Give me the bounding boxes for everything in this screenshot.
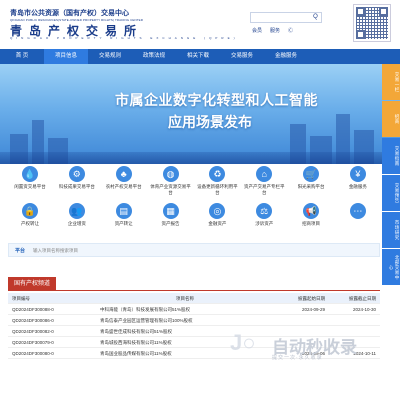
- users-icon: 👥: [68, 203, 85, 219]
- house-icon: ⌂: [256, 166, 273, 182]
- platform-label: 平台: [15, 248, 26, 254]
- svc-asset-report[interactable]: ▦ 资产报告: [149, 203, 193, 227]
- svc-more[interactable]: ⋯: [336, 203, 380, 227]
- nav-projects[interactable]: 项目信息: [44, 49, 88, 64]
- svc-tech[interactable]: ⚙ 科技成果交易平台: [55, 166, 99, 195]
- banner-title: 市属企业数字化转型和人工智能: [115, 92, 318, 108]
- side-tab-5[interactable]: 市场研究: [382, 212, 400, 248]
- table-header: 项目编号 项目名称 披露起始日期 披露截止日期: [8, 293, 380, 304]
- top-link-extra[interactable]: Ⓒ: [288, 27, 293, 34]
- nav-more[interactable]: [308, 49, 382, 64]
- svc-asset-transfer[interactable]: ▤ 资产转让: [102, 203, 146, 227]
- svc-sports[interactable]: ◍ 体育产业资源交易平台: [149, 166, 193, 195]
- banner-subtitle: 应用场景发布: [168, 114, 252, 130]
- project-search-bar[interactable]: 平台 输入项目名称搜索项目: [8, 243, 380, 257]
- more-icon: ⋯: [349, 203, 366, 219]
- svc-procurement[interactable]: 🛒 阳光采购平台: [289, 166, 333, 195]
- side-tabs: 交易一栏 招商 交易指南 交易预告 市场研究 北部交易中心: [382, 64, 400, 286]
- logo[interactable]: 青岛市公共资源（国有产权）交易中心 QINGDAO PUBLIC RESOURC…: [10, 6, 235, 42]
- recycle-icon: ♻: [209, 166, 226, 182]
- search-input[interactable]: [251, 13, 309, 22]
- main-nav: 首 页 项目信息 交易规则 政策法规 相关下载 交易服务 金融服务: [0, 49, 400, 64]
- table-row[interactable]: QD2024DF300086-0 青岛信泰产业园区运营管理有限公司100%股权: [8, 315, 380, 326]
- svc-financial-assets[interactable]: ◎ 金融资产: [195, 203, 239, 227]
- watermark: J○ 自动秒收录 提交一次·永久收录: [230, 330, 380, 370]
- org-name-cn: 青岛市公共资源（国有产权）交易中心: [10, 9, 129, 17]
- basketball-icon: ◍: [162, 166, 179, 182]
- top-link-service[interactable]: 服务: [270, 27, 280, 34]
- svc-asset-column[interactable]: ⌂ 资产产交易产专栏平台: [242, 166, 286, 195]
- lock-icon: 🔒: [22, 203, 38, 219]
- service-grid: 💧 闲置资交易平台 ⚙ 科技成果交易平台 ♣ 农村产权交易平台 ◍ 体育产业资源交易平台…: [8, 166, 380, 227]
- nav-finance[interactable]: 金融服务: [264, 49, 308, 64]
- megaphone-icon: 📢: [303, 203, 320, 219]
- nav-downloads[interactable]: 相关下载: [176, 49, 220, 64]
- section-header: 国有产权频道: [8, 277, 380, 291]
- svc-equity-transfer[interactable]: 🔒 产权转让: [8, 203, 52, 227]
- qr-code: [353, 4, 391, 42]
- tab-state-owned-equity[interactable]: 国有产权频道: [8, 277, 57, 291]
- svc-idle-assets[interactable]: 💧 闲置资交易平台: [8, 166, 52, 195]
- side-tab-4[interactable]: 交易预告: [382, 175, 400, 211]
- document-icon: ▤: [115, 203, 132, 219]
- gavel-icon: ⚖: [256, 203, 273, 219]
- tree-icon: ♣: [115, 166, 132, 182]
- header: 青岛市公共资源（国有产权）交易中心 QINGDAO PUBLIC RESOURC…: [0, 0, 400, 49]
- svc-litigation-assets[interactable]: ⚖ 涉诉资产: [242, 203, 286, 227]
- chip-icon: ⚙: [68, 166, 85, 182]
- top-link-member[interactable]: 会员: [252, 27, 262, 34]
- search-box: Q: [250, 12, 322, 23]
- side-tab-6[interactable]: 北部交易中心: [382, 249, 400, 285]
- coin-icon: ◎: [209, 203, 226, 219]
- side-tab-3[interactable]: 交易指南: [382, 138, 400, 174]
- table-row[interactable]: QD2024DF300088-0 中科海能（青岛）科技发展有限公司51%股权 2…: [8, 304, 380, 315]
- nav-home[interactable]: 首 页: [0, 49, 44, 64]
- svc-capital-increase[interactable]: 👥 企业增资: [55, 203, 99, 227]
- search-icon[interactable]: Q: [311, 14, 320, 21]
- watermark-logo-icon: J○: [230, 330, 256, 355]
- top-links: 会员 服务 Ⓒ: [252, 27, 293, 34]
- side-tab-2[interactable]: 招商: [382, 101, 400, 137]
- cart-icon: 🛒: [303, 166, 320, 182]
- svc-finance[interactable]: ¥ 金融服务: [336, 166, 380, 195]
- nav-policies[interactable]: 政策法规: [132, 49, 176, 64]
- svc-investment[interactable]: 📢 招商项目: [289, 203, 333, 227]
- svc-rural[interactable]: ♣ 农村产权交易平台: [102, 166, 146, 195]
- nav-rules[interactable]: 交易规则: [88, 49, 132, 64]
- chart-icon: ▦: [162, 203, 179, 219]
- side-tab-1[interactable]: 交易一栏: [382, 64, 400, 100]
- water-drop-icon: 💧: [22, 166, 38, 182]
- svc-recycle[interactable]: ♻ 设备更新循环利用平台: [195, 166, 239, 195]
- nav-trade-services[interactable]: 交易服务: [220, 49, 264, 64]
- money-icon: ¥: [349, 166, 366, 182]
- logo-en: QINGDAO PROPERTY RIGHTS EXCHANGE (QPRE): [10, 36, 239, 40]
- project-search-placeholder[interactable]: 输入项目名称搜索项目: [33, 248, 78, 254]
- hero-banner[interactable]: 市属企业数字化转型和人工智能 应用场景发布: [0, 64, 400, 164]
- watermark-tagline: 提交一次·永久收录: [272, 355, 323, 361]
